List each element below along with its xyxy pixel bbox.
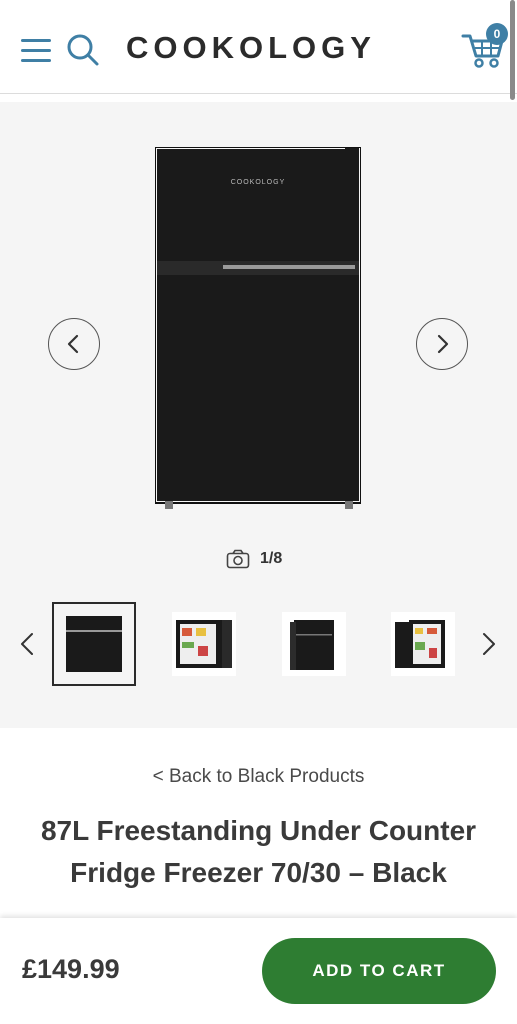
page-scrollbar[interactable] [510, 0, 515, 100]
thumbnail-image [391, 612, 455, 676]
product-gallery: COOKOLOGY 1/8 [0, 102, 517, 728]
thumbnail-front-closed[interactable] [52, 602, 136, 686]
thumbnail-image [172, 612, 236, 676]
thumbnail-angled-closed[interactable] [272, 602, 356, 686]
camera-icon [226, 549, 250, 569]
gallery-next-button[interactable] [416, 318, 468, 370]
back-to-category-link[interactable]: < Back to Black Products [0, 766, 517, 788]
thumbnail-strip [0, 600, 517, 688]
image-counter-text: 1/8 [260, 550, 283, 567]
search-icon[interactable] [66, 33, 100, 67]
thumbnail-image [282, 612, 346, 676]
chevron-right-icon [437, 334, 449, 354]
product-title: 87L Freestanding Under Counter Fridge Fr… [40, 815, 477, 888]
add-to-cart-button[interactable]: ADD TO CART [262, 938, 496, 1004]
cart-count-badge: 0 [486, 23, 508, 45]
site-header: COOKOLOGY 0 [0, 0, 517, 94]
chevron-right-icon [483, 633, 495, 655]
fridge-brand-label: COOKOLOGY [231, 179, 286, 186]
product-price: £149.99 [22, 954, 120, 984]
thumbnail-angled-open[interactable] [381, 602, 465, 686]
chevron-left-icon [21, 633, 33, 655]
hamburger-menu-icon[interactable] [19, 36, 53, 66]
image-counter: 1/8 [226, 546, 282, 572]
thumbnails-next-button[interactable] [474, 626, 502, 662]
thumbnail-doors-open[interactable] [162, 602, 246, 686]
thumbnail-image [54, 604, 134, 684]
site-logo[interactable]: COOKOLOGY [126, 26, 396, 70]
gallery-prev-button[interactable] [48, 318, 100, 370]
thumbnails-prev-button[interactable] [14, 626, 42, 662]
main-product-image: COOKOLOGY [155, 147, 361, 509]
sticky-buy-bar: £149.99 ADD TO CART [0, 918, 517, 1024]
chevron-left-icon [67, 334, 79, 354]
